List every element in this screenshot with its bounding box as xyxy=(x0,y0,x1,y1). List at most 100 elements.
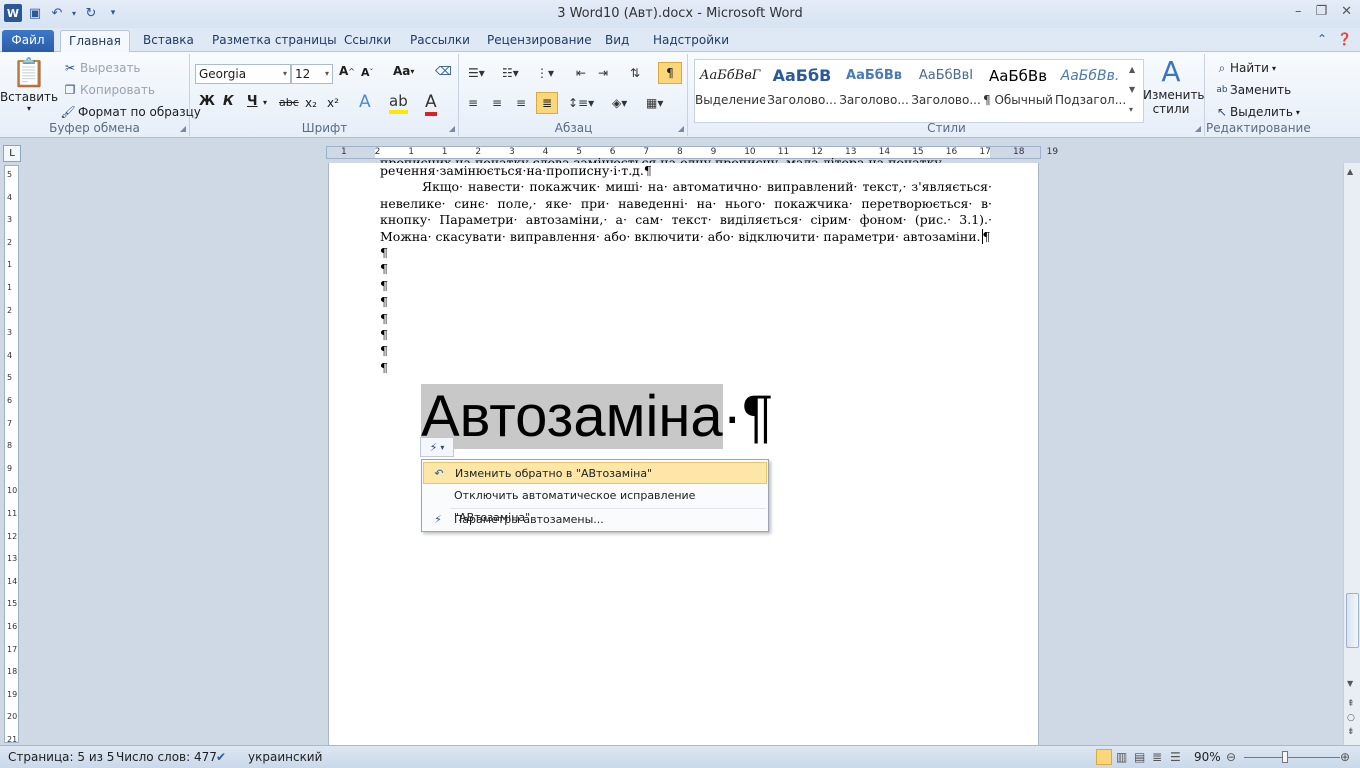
print-layout-icon[interactable] xyxy=(1096,749,1112,765)
cut-button[interactable]: ✂ Вырезать xyxy=(60,58,141,78)
shading-icon[interactable]: ◈▾ xyxy=(612,96,627,110)
highlight-icon[interactable]: ab xyxy=(389,92,408,114)
underline-button[interactable]: Ч xyxy=(247,94,258,109)
tab-file[interactable]: Файл xyxy=(2,30,54,52)
group-paragraph: ☰▾ ☷▾ ⋮▾ ⇤ ⇥ ⇅ ¶ ≡ ≡ ≡ ≣ ↕≡▾ ◈▾ ▦▾ Абзац… xyxy=(460,54,688,136)
dialog-launcher-icon[interactable]: ◢ xyxy=(449,124,455,133)
document-body[interactable]: прописних на початку слова замінюється н… xyxy=(380,155,992,376)
clear-formatting-icon[interactable]: ⌫ xyxy=(435,64,452,78)
font-color-icon[interactable]: A xyxy=(425,92,437,116)
change-styles-button[interactable]: A Изменить стили xyxy=(1141,56,1205,117)
menu-item-autocorrect-options[interactable]: ⚡ Параметры автозамены... xyxy=(423,509,767,531)
full-screen-reading-icon[interactable]: ▥ xyxy=(1116,750,1127,764)
tab-home[interactable]: Главная xyxy=(60,30,130,52)
scrollbar-thumb[interactable] xyxy=(1346,593,1359,648)
tab-references[interactable]: Ссылки xyxy=(336,30,399,52)
scroll-down-icon[interactable]: ▼ xyxy=(1347,679,1353,688)
minimize-ribbon-icon[interactable]: ⌃ xyxy=(1317,32,1327,46)
select-button[interactable]: ↖ Выделить ▾ xyxy=(1214,102,1300,122)
empty-paragraph-mark: ¶ xyxy=(380,343,388,359)
zoom-out-icon[interactable]: ⊖ xyxy=(1226,750,1236,764)
align-left-icon[interactable]: ≡ xyxy=(468,96,478,110)
style-subtitle[interactable]: АаБбВв. Подзагол... xyxy=(1055,62,1125,118)
style-heading2[interactable]: АаБбВв Заголово... xyxy=(839,62,909,118)
style-heading3[interactable]: АаБбВвІ Заголово... xyxy=(911,62,981,118)
vertical-ruler[interactable]: 5 4 3 2 1 1 2 3 4 5 6 7 8 9 10 11 12 13 14 15 16 17 18 19 20 21 xyxy=(4,165,19,744)
next-page-icon[interactable]: ⇟ xyxy=(1347,727,1355,737)
shrink-font-icon[interactable]: Aˇ xyxy=(361,66,374,79)
sort-icon[interactable]: ⇅ xyxy=(630,66,640,80)
web-layout-icon[interactable]: ▤ xyxy=(1134,750,1145,764)
bullets-icon[interactable]: ☰▾ xyxy=(468,66,485,80)
align-center-icon[interactable]: ≡ xyxy=(492,96,502,110)
show-formatting-marks-icon[interactable]: ¶ xyxy=(658,62,682,84)
word-count[interactable]: Число слов: 477 xyxy=(116,750,217,764)
change-case-icon[interactable]: Aa ▾ xyxy=(393,64,414,78)
draft-icon[interactable]: ☰ xyxy=(1170,750,1181,764)
justify-icon[interactable]: ≣ xyxy=(536,92,558,114)
style-heading1[interactable]: АаБбВ Заголово... xyxy=(767,62,837,118)
proofing-icon[interactable]: ✔ xyxy=(216,750,226,764)
superscript-icon[interactable]: x² xyxy=(327,96,339,110)
menu-item-undo-autocorrect[interactable]: ↶ Изменить обратно в "АВтозаміна" xyxy=(423,462,767,484)
scroll-up-icon[interactable]: ▲ xyxy=(1347,167,1353,176)
dialog-launcher-icon[interactable]: ◢ xyxy=(1195,124,1201,133)
italic-button[interactable]: К xyxy=(223,94,234,109)
language-indicator[interactable]: украинский xyxy=(248,750,322,764)
replace-button[interactable]: ab Заменить xyxy=(1214,80,1291,100)
page-indicator[interactable]: Страница: 5 из 5 xyxy=(8,750,114,764)
restore-icon[interactable]: ❐ xyxy=(1315,4,1327,19)
styles-scroll-icon[interactable]: ▲ ▼ ▾ xyxy=(1129,60,1135,120)
autocorrect-options-button[interactable]: ⚡ ▾ xyxy=(420,437,454,457)
ruler-number: 15 xyxy=(7,599,18,609)
find-button[interactable]: ⌕ Найти ▾ xyxy=(1214,58,1276,78)
menu-item-stop-autocorrect[interactable]: Отключить автоматическое исправление "АВ… xyxy=(423,485,767,524)
previous-page-icon[interactable]: ⇞ xyxy=(1347,699,1355,709)
font-name-select[interactable]: Georgia ▾ xyxy=(195,64,291,84)
autocorrected-word[interactable]: Автозаміна xyxy=(421,384,723,449)
vertical-scrollbar[interactable]: ▲ ▼ ⇞ ○ ⇟ xyxy=(1343,163,1360,745)
tab-selector[interactable]: L xyxy=(3,145,21,162)
tab-review[interactable]: Рецензирование xyxy=(479,30,600,52)
tab-mailings[interactable]: Рассылки xyxy=(402,30,478,52)
minimize-icon[interactable]: – xyxy=(1295,4,1302,19)
group-editing: ⌕ Найти ▾ ab Заменить ↖ Выделить ▾ Редактиров… xyxy=(1206,54,1311,136)
dialog-launcher-icon[interactable]: ◢ xyxy=(180,124,186,133)
multilevel-list-icon[interactable]: ⋮▾ xyxy=(536,66,554,80)
zoom-slider[interactable] xyxy=(1244,757,1340,758)
copy-button[interactable]: ❐ Копировать xyxy=(60,80,155,100)
outline-icon[interactable]: ≣ xyxy=(1152,750,1162,764)
tab-insert[interactable]: Вставка xyxy=(135,30,202,52)
tab-view[interactable]: Вид xyxy=(597,30,637,52)
chevron-down-icon[interactable]: ▾ xyxy=(263,98,267,107)
autocorrected-heading[interactable]: Автозаміна·¶ xyxy=(421,382,773,452)
paste-button[interactable]: 📋 Вставить ▾ xyxy=(0,56,58,113)
ruler-number: 11 xyxy=(7,509,18,518)
borders-icon[interactable]: ▦▾ xyxy=(646,96,663,110)
font-size-select[interactable]: 12 ▾ xyxy=(291,64,333,84)
increase-indent-icon[interactable]: ⇥ xyxy=(598,66,608,80)
strikethrough-button[interactable]: abc xyxy=(279,96,299,109)
grow-font-icon[interactable]: A ^ xyxy=(339,64,355,78)
line-spacing-icon[interactable]: ↕≡▾ xyxy=(568,96,594,110)
style-emphasis[interactable]: АаБбВвГ Выделение xyxy=(695,62,765,118)
select-browse-object-icon[interactable]: ○ xyxy=(1347,713,1355,723)
decrease-indent-icon[interactable]: ⇤ xyxy=(576,66,586,80)
subscript-icon[interactable]: x₂ xyxy=(305,96,317,110)
help-icon[interactable]: ❓ xyxy=(1337,32,1352,46)
bold-button[interactable]: Ж xyxy=(199,94,215,109)
zoom-level[interactable]: 90% xyxy=(1194,750,1221,764)
style-normal[interactable]: АаБбВв ¶ Обычный xyxy=(983,62,1053,118)
zoom-slider-thumb[interactable] xyxy=(1282,751,1288,763)
format-painter-button[interactable]: 🖌 Формат по образцу xyxy=(58,102,201,122)
numbering-icon[interactable]: ☷▾ xyxy=(502,66,519,80)
partial-line: прописних на початку слова замінюється н… xyxy=(380,155,942,163)
zoom-in-icon[interactable]: ⊕ xyxy=(1340,750,1350,764)
dialog-launcher-icon[interactable]: ◢ xyxy=(678,124,684,133)
text-effects-icon[interactable]: A xyxy=(359,92,371,112)
tab-addins[interactable]: Надстройки xyxy=(645,30,737,52)
tab-page-layout[interactable]: Разметка страницы xyxy=(204,30,345,52)
group-label: Стили xyxy=(927,121,966,135)
align-right-icon[interactable]: ≡ xyxy=(516,96,526,110)
close-icon[interactable]: ✕ xyxy=(1341,4,1352,19)
